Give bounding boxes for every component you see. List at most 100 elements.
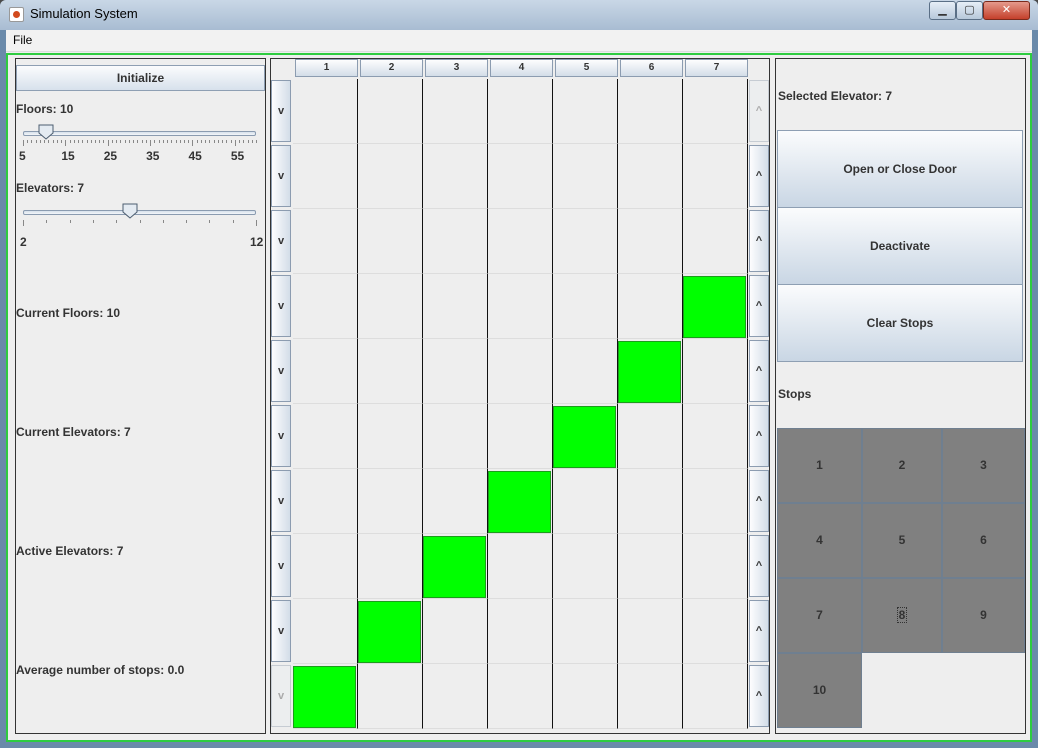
shaft-cell <box>488 599 553 664</box>
shaft-cell <box>488 144 553 209</box>
stop-button[interactable]: 8 <box>862 578 942 653</box>
menu-file[interactable]: File <box>13 33 32 47</box>
stop-button[interactable]: 1 <box>777 428 862 503</box>
elevator-column-header[interactable]: 6 <box>620 59 683 77</box>
floor-down-button[interactable]: v <box>271 145 291 207</box>
floor-down-button[interactable]: v <box>271 80 291 142</box>
shaft-cell <box>358 209 423 274</box>
stop-button[interactable]: 7 <box>777 578 862 653</box>
elevators-slider-track[interactable] <box>23 210 256 215</box>
floors-slider-tick <box>78 140 80 143</box>
shaft-cell <box>293 79 358 144</box>
shaft-cell <box>488 274 553 339</box>
floor-up-button[interactable]: ^ <box>749 275 769 337</box>
floors-slider-tick <box>158 140 160 143</box>
shaft-cell <box>683 339 748 404</box>
elevator-column-header[interactable]: 3 <box>425 59 488 77</box>
minimize-button[interactable]: ▁ <box>929 1 956 20</box>
shaft-cell <box>293 144 358 209</box>
elevator-column-header[interactable]: 4 <box>490 59 553 77</box>
elevator-car[interactable] <box>423 536 486 598</box>
floors-slider-tick <box>188 140 190 143</box>
floors-slider-tick <box>175 140 177 143</box>
clear-stops-button[interactable]: Clear Stops <box>777 284 1023 362</box>
shaft-cell <box>358 339 423 404</box>
elevator-column-header[interactable]: 1 <box>295 59 358 77</box>
close-button[interactable]: ✕ <box>983 1 1030 20</box>
floor-down-button[interactable]: v <box>271 210 291 272</box>
elevator-car[interactable] <box>488 471 551 533</box>
elevator-car[interactable] <box>683 276 746 338</box>
floors-slider-tick <box>217 140 219 143</box>
floors-slider-thumb[interactable] <box>38 124 54 140</box>
elevator-car[interactable] <box>293 666 356 728</box>
average-stops-label: Average number of stops: 0.0 <box>16 663 185 677</box>
floor-up-button[interactable]: ^ <box>749 535 769 597</box>
floor-down-button[interactable]: v <box>271 405 291 467</box>
floors-slider-tick <box>243 140 245 143</box>
stop-button[interactable]: 4 <box>777 503 862 578</box>
floors-slider-tick <box>116 140 118 143</box>
elevator-column-header[interactable]: 5 <box>555 59 618 77</box>
elevator-car[interactable] <box>553 406 616 468</box>
client-area: File Initialize Floors: 10 5 15 25 35 45 55 E… <box>6 30 1032 742</box>
elevator-car[interactable] <box>358 601 421 663</box>
stop-button[interactable]: 3 <box>942 428 1025 503</box>
shaft-cell <box>358 664 423 729</box>
floors-slider-tick <box>86 140 88 143</box>
elevators-slider-tick <box>69 220 71 223</box>
deactivate-button[interactable]: Deactivate <box>777 207 1023 285</box>
elevator-column-header[interactable]: 2 <box>360 59 423 77</box>
initialize-button[interactable]: Initialize <box>16 65 265 91</box>
maximize-button[interactable]: ▢ <box>956 1 983 20</box>
stop-button[interactable]: 9 <box>942 578 1025 653</box>
control-panel: Initialize Floors: 10 5 15 25 35 45 55 Elevat… <box>15 58 266 734</box>
floor-up-button[interactable]: ^ <box>749 145 769 207</box>
title-bar[interactable]: Simulation System ▁ ▢ ✕ <box>0 0 1038 30</box>
open-close-door-button[interactable]: Open or Close Door <box>777 130 1023 208</box>
floor-down-button[interactable]: v <box>271 665 291 727</box>
menu-bar: File <box>6 30 1032 52</box>
floors-slider-tick <box>69 140 71 143</box>
floor-up-button[interactable]: ^ <box>749 80 769 142</box>
floor-up-button[interactable]: ^ <box>749 665 769 727</box>
elevators-slider-thumb[interactable] <box>122 203 138 219</box>
floors-slider-tick <box>120 140 122 143</box>
stop-button[interactable]: 5 <box>862 503 942 578</box>
floor-up-button[interactable]: ^ <box>749 210 769 272</box>
floors-slider-tick <box>222 140 224 143</box>
floor-up-button[interactable]: ^ <box>749 340 769 402</box>
elevators-slider-tick <box>92 220 94 223</box>
stop-button[interactable]: 6 <box>942 503 1025 578</box>
shaft-cell <box>683 404 748 469</box>
floor-up-button[interactable]: ^ <box>749 470 769 532</box>
shaft-cell <box>553 469 618 534</box>
floors-slider-tick <box>256 140 257 143</box>
floors-slider-tick-label: 25 <box>103 149 118 163</box>
floor-down-button[interactable]: v <box>271 600 291 662</box>
content-frame: Initialize Floors: 10 5 15 25 35 45 55 Elevat… <box>6 53 1032 742</box>
floor-down-button[interactable]: v <box>271 275 291 337</box>
floor-up-button[interactable]: ^ <box>749 600 769 662</box>
shaft-cell <box>358 534 423 599</box>
elevator-column-header[interactable]: 7 <box>685 59 748 77</box>
floors-slider-tick <box>239 140 241 143</box>
floor-up-button[interactable]: ^ <box>749 405 769 467</box>
shaft-cell <box>358 274 423 339</box>
floors-slider-track[interactable] <box>23 131 256 136</box>
elevator-shaft-panel: 1 2 3 4 5 6 7 v ^ v ^ v ^ v ^ v ^ v ^ v ^ v ^ v ^ v ^ <box>270 58 770 734</box>
floors-slider-tick <box>171 140 173 143</box>
floors-slider-tick <box>52 140 54 143</box>
shaft-cell <box>293 274 358 339</box>
floor-down-button[interactable]: v <box>271 340 291 402</box>
shaft-cell <box>293 209 358 274</box>
shaft-cell <box>488 534 553 599</box>
floors-slider-tick <box>200 140 202 143</box>
floors-slider-tick <box>48 140 50 143</box>
floors-slider-tick <box>226 140 228 143</box>
stop-button[interactable]: 2 <box>862 428 942 503</box>
elevator-car[interactable] <box>618 341 681 403</box>
stop-button[interactable]: 10 <box>777 653 862 728</box>
floor-down-button[interactable]: v <box>271 535 291 597</box>
floor-down-button[interactable]: v <box>271 470 291 532</box>
